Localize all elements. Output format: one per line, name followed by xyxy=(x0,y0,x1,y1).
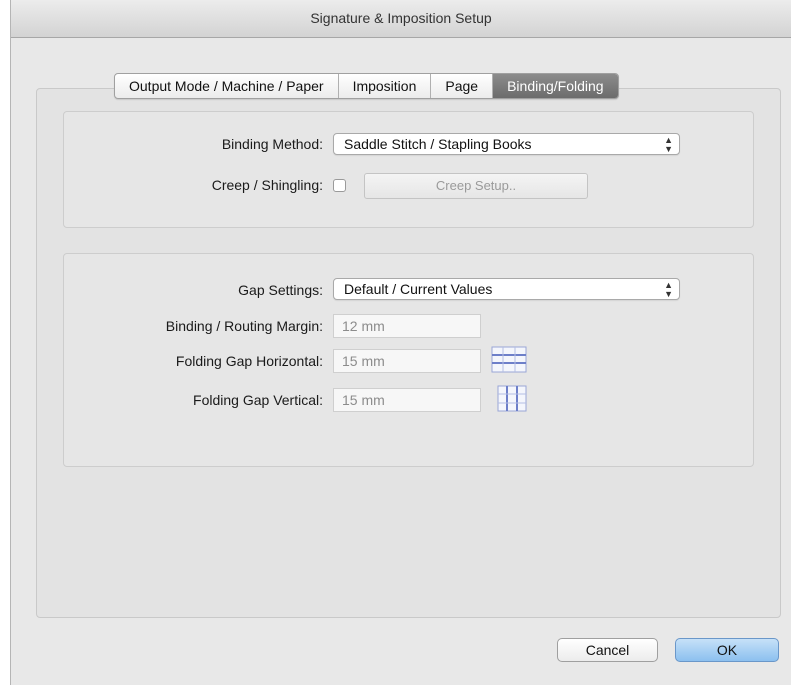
folding-gap-horizontal-label: Folding Gap Horizontal: xyxy=(175,353,323,369)
tab-binding-folding[interactable]: Binding/Folding xyxy=(493,74,618,98)
binding-margin-field[interactable]: 12 mm xyxy=(333,314,481,338)
horizontal-grid-icon[interactable] xyxy=(491,346,527,373)
binding-method-select[interactable]: Saddle Stitch / Stapling Books ▲ ▼ xyxy=(333,133,680,155)
tab-bar: Output Mode / Machine / Paper Imposition… xyxy=(114,73,619,99)
gap-settings-label: Gap Settings: xyxy=(238,282,323,298)
select-arrows-icon: ▲ ▼ xyxy=(664,280,673,299)
tab-output-mode[interactable]: Output Mode / Machine / Paper xyxy=(115,74,339,98)
ok-button[interactable]: OK xyxy=(675,638,779,662)
gap-settings-value: Default / Current Values xyxy=(344,281,493,297)
folding-gap-vertical-field[interactable]: 15 mm xyxy=(333,388,481,412)
binding-group xyxy=(63,111,754,228)
cancel-button[interactable]: Cancel xyxy=(557,638,658,662)
binding-method-value: Saddle Stitch / Stapling Books xyxy=(344,136,532,152)
tab-imposition[interactable]: Imposition xyxy=(339,74,432,98)
folding-gap-vertical-label: Folding Gap Vertical: xyxy=(193,392,323,408)
creep-setup-button[interactable]: Creep Setup.. xyxy=(364,173,588,199)
creep-shingling-checkbox[interactable] xyxy=(333,179,346,192)
tab-page[interactable]: Page xyxy=(431,74,494,98)
binding-method-label: Binding Method: xyxy=(221,136,323,152)
creep-shingling-label: Creep / Shingling: xyxy=(211,177,323,193)
gap-settings-select[interactable]: Default / Current Values ▲ ▼ xyxy=(333,278,680,300)
binding-margin-label: Binding / Routing Margin: xyxy=(165,318,323,334)
vertical-grid-icon[interactable] xyxy=(497,385,527,412)
dialog-window: Signature & Imposition Setup Output Mode… xyxy=(10,0,791,685)
select-arrows-icon: ▲ ▼ xyxy=(664,135,673,154)
window-title: Signature & Imposition Setup xyxy=(11,0,791,38)
folding-gap-horizontal-field[interactable]: 15 mm xyxy=(333,349,481,373)
